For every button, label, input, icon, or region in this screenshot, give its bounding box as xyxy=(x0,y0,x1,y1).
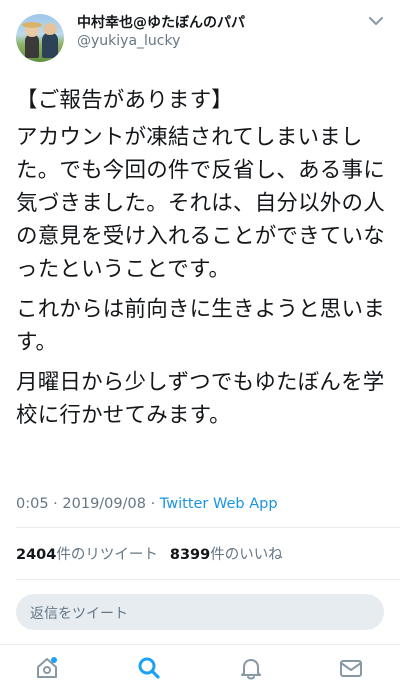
retweets-count: 2404 xyxy=(16,547,57,563)
tweet-paragraph: アカウントが凍結されてしまいました。でも今回の件で反省し、ある事に気づきました。… xyxy=(16,125,385,282)
tweet-stats: 2404件のリツイート 8399件のいいね xyxy=(16,543,283,564)
likes-count: 8399 xyxy=(169,547,211,563)
tweet-text: 【ご報告があります】 アカウントが凍結されてしまいました。でも今回の件で反省し、… xyxy=(16,84,388,439)
tweet-paragraph: 月曜日から少しずつでもゆたぼんを学校に行かせてみます。 xyxy=(16,370,385,428)
home-icon[interactable] xyxy=(34,655,60,681)
divider xyxy=(16,579,400,580)
reply-input[interactable]: 返信をツイート xyxy=(16,594,384,630)
retweets-stat[interactable]: 2404件のリツイート xyxy=(16,547,158,563)
likes-stat[interactable]: 8399件のいいね xyxy=(170,547,283,563)
avatar[interactable] xyxy=(16,14,64,62)
messages-icon[interactable] xyxy=(338,655,364,681)
search-icon[interactable] xyxy=(136,655,162,681)
meta-separator: · xyxy=(53,496,58,512)
notifications-icon[interactable] xyxy=(238,655,264,681)
reply-placeholder: 返信をツイート xyxy=(30,606,128,622)
likes-label: 件のいいね xyxy=(210,547,283,563)
tweet-date: 2019/09/08 xyxy=(62,496,146,512)
user-handle[interactable]: @yukiya_lucky xyxy=(77,33,180,49)
divider xyxy=(16,527,400,528)
retweets-label: 件のリツイート xyxy=(56,547,158,563)
tweet-time: 0:05 xyxy=(16,496,49,512)
tab-bar xyxy=(0,644,400,690)
display-name[interactable]: 中村幸也@ゆたぼんのパパ xyxy=(77,12,245,32)
meta-separator: · xyxy=(150,496,156,512)
chevron-down-icon[interactable] xyxy=(367,14,385,28)
tweet-paragraph: これからは前向きに生きようと思います。 xyxy=(16,297,385,355)
tweet-source-link[interactable]: Twitter Web App xyxy=(160,496,278,512)
tweet-header: 中村幸也@ゆたぼんのパパ @yukiya_lucky xyxy=(0,0,400,70)
tweet-title: 【ご報告があります】 xyxy=(16,88,234,113)
tweet-meta: 0:05 · 2019/09/08 · Twitter Web App xyxy=(16,496,278,512)
